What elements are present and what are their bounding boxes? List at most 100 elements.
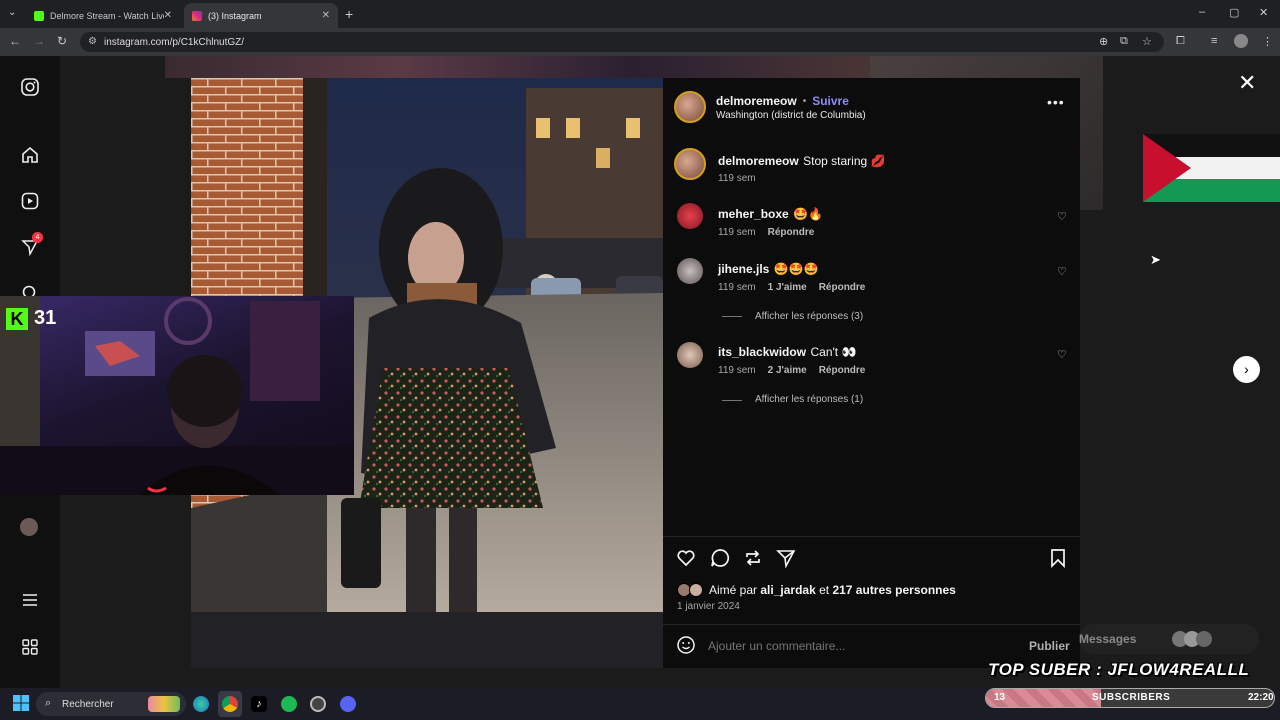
reply-button[interactable]: Répondre [819, 282, 866, 293]
streamer-webcam: K 31 [0, 296, 354, 495]
replies-divider [722, 400, 742, 401]
divider [663, 536, 1080, 537]
author-avatar[interactable] [674, 91, 706, 123]
media-control-icon[interactable]: ≡ [1211, 35, 1217, 47]
comment-text: Can't 👀 [810, 345, 857, 359]
follow-button[interactable]: Suivre [812, 94, 849, 108]
like-icon[interactable] [676, 548, 696, 574]
messages-label: Messages [1079, 632, 1137, 646]
comment-meta: 119 sem Répondre [718, 227, 814, 238]
maximize-icon[interactable]: ▢ [1229, 6, 1239, 19]
instagram-logo-icon[interactable] [20, 78, 40, 98]
caption-time: 119 sem [718, 173, 756, 184]
reply-button[interactable]: Répondre [819, 365, 866, 376]
obs-icon[interactable] [310, 696, 326, 712]
close-modal-icon[interactable]: ✕ [1238, 70, 1256, 96]
windows-start-icon[interactable] [13, 695, 29, 716]
caption-username[interactable]: delmoremeow [718, 154, 799, 168]
comment-text: 🤩🤩🤩 [773, 262, 819, 276]
address-bar[interactable]: ⚙ instagram.com/p/C1kChlnutGZ/ [80, 32, 1164, 52]
new-tab-icon[interactable]: + [345, 6, 353, 22]
comment-likes[interactable]: 1 J'aime [768, 282, 807, 293]
liked-by-others[interactable]: 217 autres personnes [832, 583, 955, 597]
replies-divider [722, 316, 742, 317]
tab-search-icon[interactable]: ⌄ [8, 7, 16, 18]
chrome-icon[interactable] [222, 696, 238, 712]
liked-by-joiner: et [819, 583, 830, 597]
caption-avatar[interactable] [674, 148, 706, 180]
close-window-icon[interactable]: ✕ [1259, 6, 1268, 19]
discord-icon[interactable] [340, 696, 356, 712]
instagram-favicon-icon [192, 10, 202, 21]
liked-by-prefix: Aimé par [709, 583, 758, 597]
comment-meta: 119 sem 1 J'aime Répondre [718, 282, 865, 293]
comment-avatar[interactable] [677, 203, 703, 229]
zoom-icon[interactable]: ⊕ [1099, 35, 1108, 48]
author-username[interactable]: delmoremeow [716, 94, 797, 108]
chrome-menu-icon[interactable]: ⋮ [1262, 35, 1273, 48]
kick-viewer-count: 31 [34, 307, 57, 329]
home-icon[interactable] [20, 146, 40, 166]
comment-avatar[interactable] [677, 342, 703, 368]
extensions-icon[interactable]: ⧠ [1176, 35, 1185, 48]
minimize-icon[interactable]: – [1199, 6, 1205, 18]
like-comment-icon[interactable]: ♡ [1057, 210, 1067, 223]
site-info-icon[interactable]: ⚙ [88, 36, 97, 47]
url-text: instagram.com/p/C1kChlnutGZ/ [104, 36, 245, 48]
comment-time: 119 sem [718, 365, 756, 376]
close-tab-icon[interactable]: ✕ [164, 10, 172, 21]
comment-likes[interactable]: 2 J'aime [768, 365, 807, 376]
liked-by-user[interactable]: ali_jardak [760, 583, 815, 597]
repost-icon[interactable] [743, 548, 763, 574]
forward-icon[interactable]: → [33, 34, 45, 48]
share-icon[interactable] [776, 548, 796, 574]
view-replies-button[interactable]: Afficher les réponses (1) [755, 394, 863, 405]
comment-meta: 119 sem 2 J'aime Répondre [718, 365, 865, 376]
more-options-icon[interactable]: ••• [1047, 94, 1065, 110]
profile-avatar[interactable] [1234, 34, 1248, 48]
comment-avatar[interactable] [677, 258, 703, 284]
close-tab-icon[interactable]: ✕ [322, 10, 330, 21]
taskbar-search[interactable]: ⌕ Rechercher [36, 692, 186, 716]
tab-title: Delmore Stream - Watch Live o [50, 10, 164, 21]
comment-username[interactable]: its_blackwidow [718, 345, 806, 359]
also-from-meta-icon[interactable] [20, 638, 40, 658]
tab-instagram[interactable]: (3) Instagram ✕ [184, 3, 338, 28]
comment-username[interactable]: meher_boxe [718, 207, 789, 221]
subscriber-label: SUBSCRIBERS [1092, 692, 1171, 703]
edge-icon[interactable] [193, 696, 209, 712]
reply-button[interactable]: Répondre [768, 227, 815, 238]
publish-button[interactable]: Publier [1029, 639, 1070, 653]
profile-nav-avatar[interactable] [20, 518, 40, 538]
taskbar-clock: 22:20 [1248, 692, 1274, 703]
comment-username[interactable]: jihene.jls [718, 262, 769, 276]
comment-row: meher_boxe 🤩🔥 [718, 205, 823, 223]
chevron-right-icon: › [1244, 361, 1249, 377]
emoji-icon[interactable] [676, 635, 696, 660]
post-date: 1 janvier 2024 [677, 601, 740, 612]
view-replies-button[interactable]: Afficher les réponses (3) [755, 311, 863, 322]
notification-badge: 4 [32, 232, 43, 243]
tiktok-icon[interactable]: ♪ [251, 696, 267, 712]
like-comment-icon[interactable]: ♡ [1057, 348, 1067, 361]
bookmark-star-icon[interactable]: ☆ [1142, 35, 1152, 48]
save-icon[interactable] [1048, 548, 1068, 574]
post-location[interactable]: Washington (district de Columbia) [716, 110, 866, 121]
direct-messages-icon[interactable]: 4 [20, 232, 43, 258]
spotify-icon[interactable] [281, 696, 297, 712]
reload-icon[interactable]: ↻ [57, 34, 67, 48]
kick-logo-icon: K [6, 308, 28, 330]
next-post-button[interactable]: › [1233, 356, 1260, 383]
tab-delmore-stream[interactable]: Delmore Stream - Watch Live o ✕ [26, 3, 180, 28]
comment-input[interactable] [708, 636, 1008, 656]
reels-icon[interactable] [20, 192, 40, 212]
like-comment-icon[interactable]: ♡ [1057, 265, 1067, 278]
messages-button[interactable]: Messages [1079, 624, 1259, 654]
palestine-flag [1143, 134, 1280, 202]
install-app-icon[interactable]: ⧉ [1120, 35, 1128, 48]
comment-icon[interactable] [710, 548, 730, 574]
back-icon[interactable]: ← [9, 34, 21, 48]
more-menu-icon[interactable] [20, 591, 40, 611]
comment-row: its_blackwidow Can't 👀 [718, 343, 856, 361]
likes-summary[interactable]: Aimé par ali_jardak et 217 autres person… [709, 583, 956, 597]
